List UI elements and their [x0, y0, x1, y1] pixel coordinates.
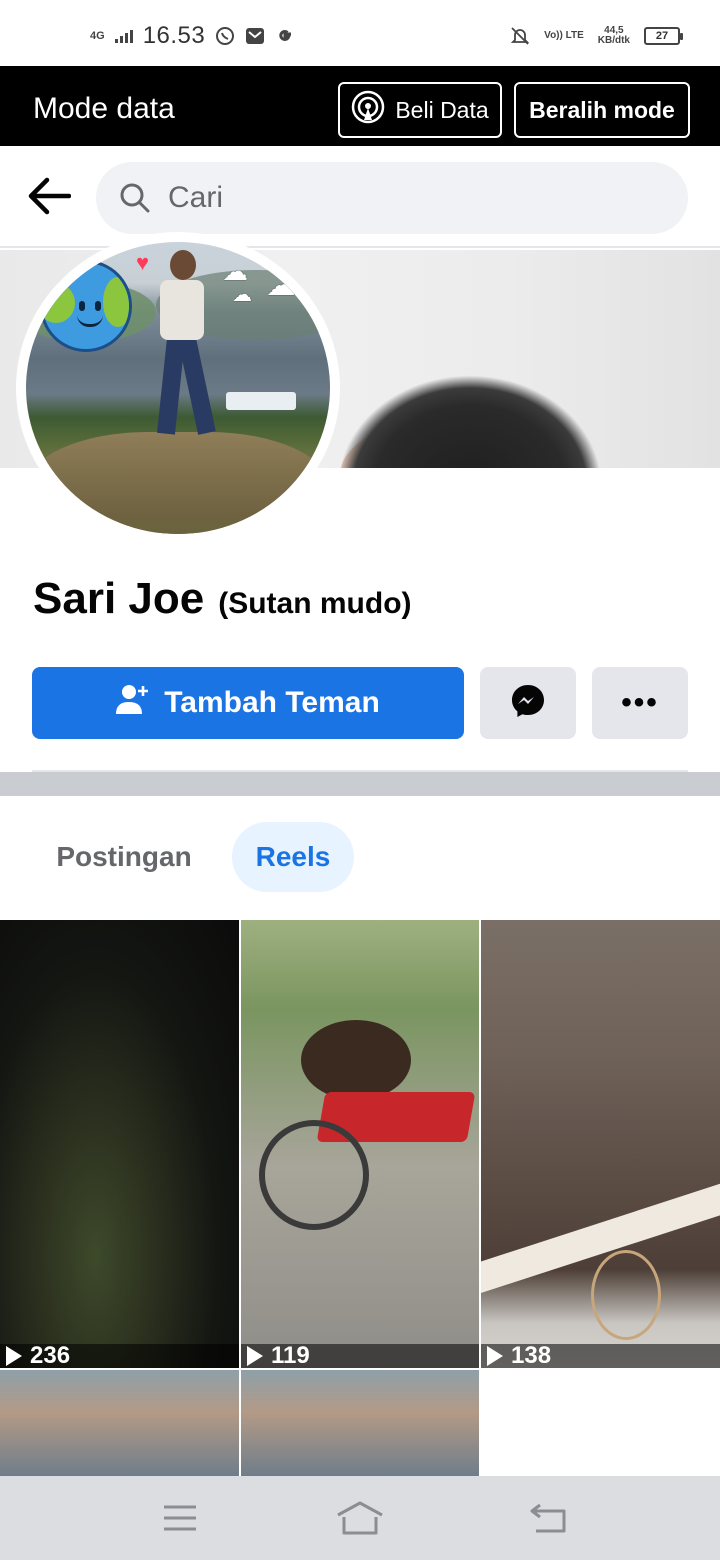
cloud-sticker-icon: ☁ [232, 284, 252, 306]
menu-icon[interactable] [156, 1496, 204, 1540]
tab-posts[interactable]: Postingan [32, 822, 216, 892]
buy-data-button[interactable]: Beli Data [338, 82, 502, 138]
tab-reels[interactable]: Reels [232, 822, 354, 892]
switch-mode-button[interactable]: Beralih mode [514, 82, 690, 138]
play-icon [6, 1346, 22, 1366]
search-icon [118, 181, 152, 215]
add-person-icon [116, 683, 150, 723]
avatar-boat [226, 392, 296, 410]
reel-thumbnail[interactable] [241, 1370, 479, 1476]
back-icon[interactable] [524, 1496, 572, 1540]
data-mode-title: Mode data [33, 92, 175, 125]
mute-bell-icon [510, 26, 530, 46]
profile-name-alternate: (Sutan mudo) [218, 587, 412, 620]
profile-name-main: Sari Joe [33, 574, 205, 623]
google-icon [275, 26, 295, 46]
reel-fruit-bunch [301, 1020, 411, 1100]
buy-data-label: Beli Data [395, 96, 489, 123]
reels-grid: 236 119 138 [0, 920, 720, 1476]
home-icon[interactable] [336, 1496, 384, 1540]
network-type: 4G [90, 30, 105, 42]
whatsapp-icon [215, 26, 235, 46]
signal-icon [114, 29, 133, 43]
profile-picture-image: ♥ ☁ ☁ ☁ [26, 242, 330, 534]
add-friend-button[interactable]: Tambah Teman [32, 667, 464, 739]
reel-thumbnail[interactable]: 119 [241, 920, 479, 1368]
profile-tabs: Postingan Reels [0, 796, 720, 918]
play-icon [247, 1346, 263, 1366]
status-bar: 4G 16.53 Vo)) LTE 44,5 KB/dtk 27 [0, 0, 720, 66]
reel-rope [591, 1250, 661, 1340]
messenger-icon [510, 683, 546, 724]
heart-sticker-icon: ♥ [136, 250, 150, 275]
status-bar-right: Vo)) LTE 44,5 KB/dtk 27 [510, 26, 683, 46]
data-mode-bar: Mode data Beli Data Beralih mode [0, 66, 720, 146]
system-navigation-bar [0, 1476, 720, 1560]
reel-view-count: 119 [241, 1342, 479, 1368]
reel-views: 236 [30, 1342, 71, 1368]
reel-views: 138 [511, 1342, 552, 1368]
network-speed: 44,5 KB/dtk [598, 26, 630, 46]
battery-level: 27 [655, 30, 669, 42]
avatar-person-body [160, 280, 204, 340]
search-input[interactable]: Cari [96, 162, 688, 234]
messenger-button[interactable] [480, 667, 576, 739]
mail-icon [245, 26, 265, 46]
volte-indicator: Vo)) LTE [544, 30, 584, 41]
reel-views: 119 [271, 1342, 310, 1368]
status-bar-left: 4G 16.53 [90, 22, 295, 50]
broadcast-icon [351, 90, 385, 130]
reel-view-count: 236 [0, 1342, 239, 1368]
earth-sticker-icon [40, 260, 132, 352]
profile-picture[interactable]: ♥ ☁ ☁ ☁ [16, 232, 340, 544]
battery-icon: 27 [644, 27, 683, 45]
reel-thumbnail[interactable]: 236 [0, 920, 239, 1368]
status-time: 16.53 [142, 22, 206, 49]
avatar-person-head [170, 250, 196, 280]
search-placeholder: Cari [168, 181, 224, 214]
play-icon [487, 1346, 503, 1366]
back-arrow-icon[interactable] [22, 174, 74, 218]
section-separator [0, 772, 720, 796]
reel-wheel [259, 1120, 369, 1230]
add-friend-label: Tambah Teman [164, 686, 380, 719]
network-speed-unit: KB/dtk [597, 35, 630, 46]
profile-name: Sari Joe (Sutan mudo) [33, 574, 412, 624]
search-header: Cari [0, 146, 720, 248]
avatar-ground [26, 432, 330, 534]
cover-photo-hair [320, 360, 620, 468]
cloud-sticker-icon: ☁ [266, 269, 296, 302]
reel-thumbnail[interactable] [0, 1370, 239, 1476]
more-options-button[interactable]: ••• [592, 667, 688, 739]
avatar-person-leg [178, 337, 216, 435]
reel-thumbnail[interactable]: 138 [481, 920, 720, 1368]
reel-view-count: 138 [481, 1342, 720, 1368]
